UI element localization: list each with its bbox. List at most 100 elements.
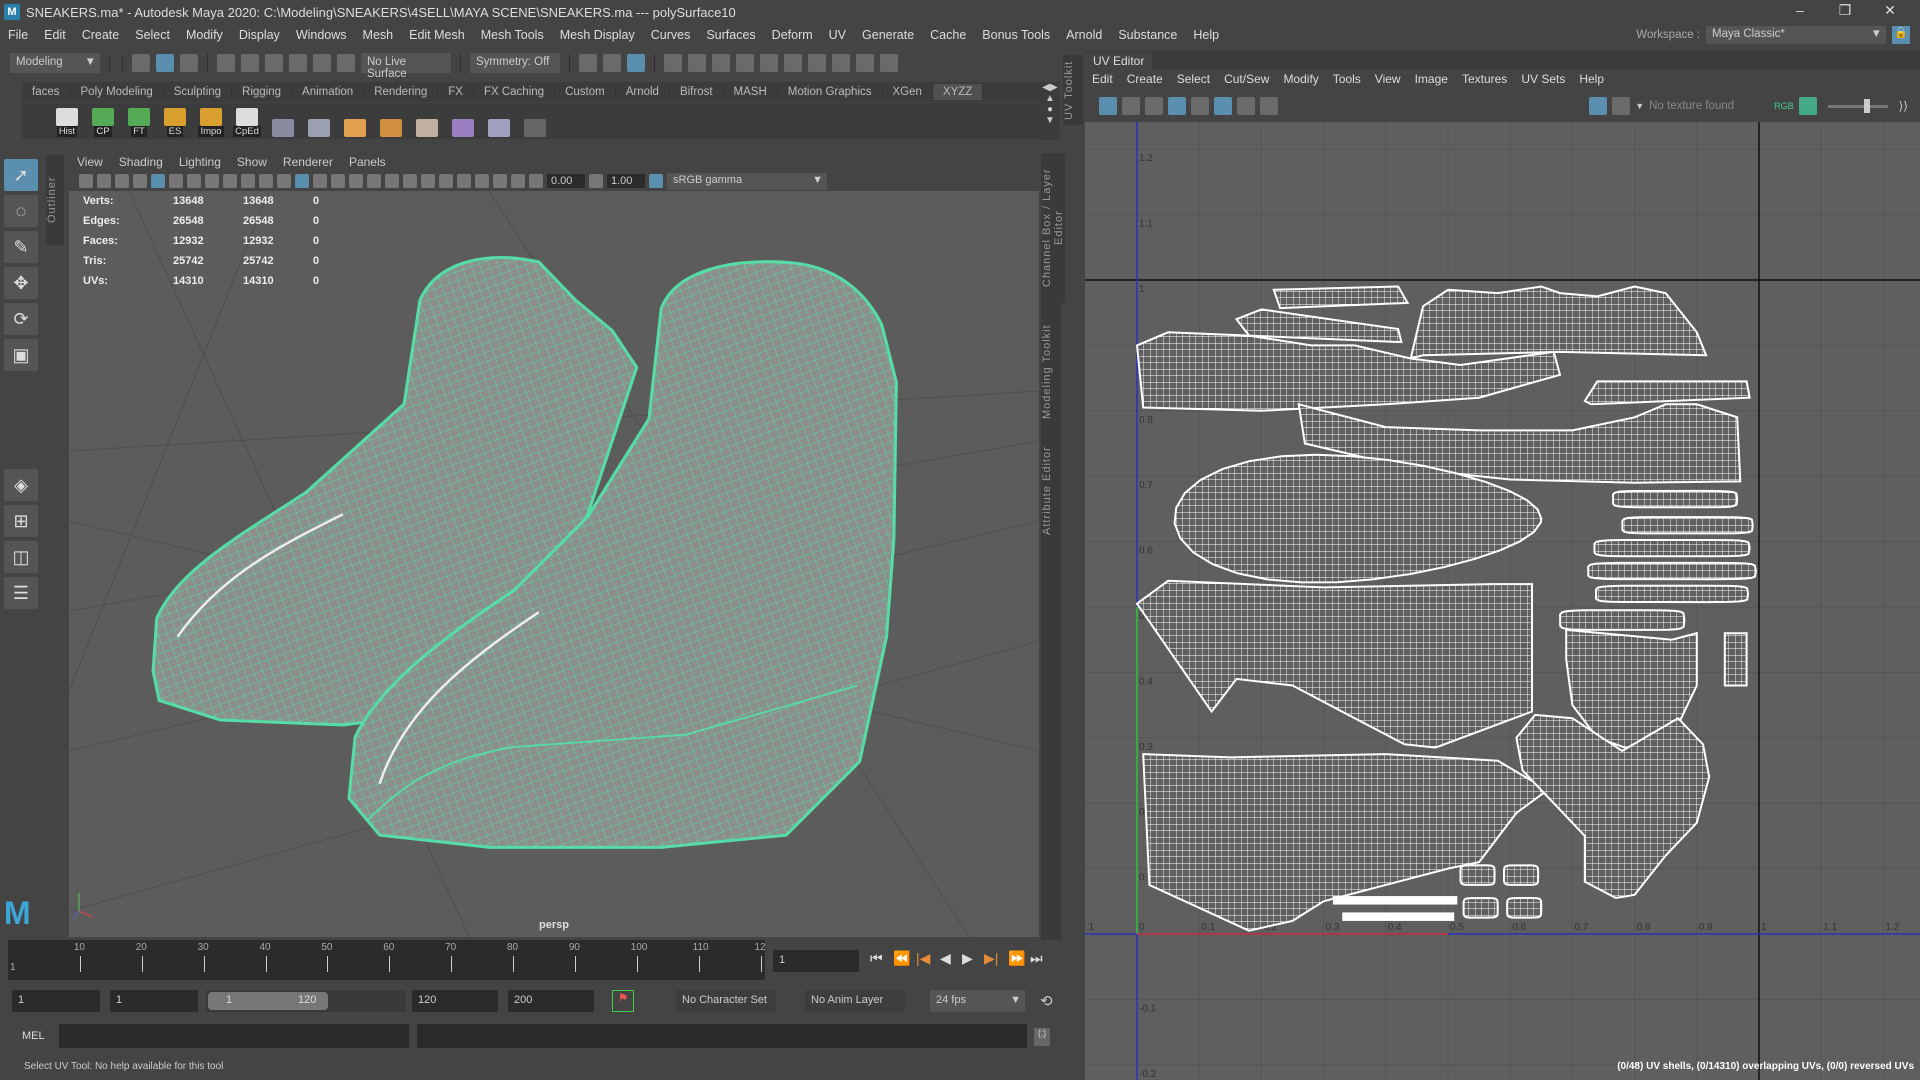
four-view-icon[interactable]: ⊞ <box>4 505 38 537</box>
menu-mesh-tools[interactable]: Mesh Tools <box>481 28 544 42</box>
image-display-icon[interactable] <box>1589 97 1608 115</box>
uv-shell[interactable] <box>1595 584 1750 604</box>
gamma-field[interactable]: 1.00 <box>607 174 645 188</box>
script-editor-icon[interactable]: {;} <box>1034 1028 1050 1046</box>
uv-menu-modify[interactable]: Modify <box>1283 72 1318 86</box>
3d-viewport[interactable]: Verts: 13648 13648 0 Edges: 26548 26548 0 Faces:… <box>69 191 1039 937</box>
expand-icon[interactable]: ⟩⟩ <box>1899 99 1908 113</box>
single-view-icon[interactable]: ◈ <box>4 469 38 501</box>
end-time-field[interactable]: 200 <box>508 990 594 1012</box>
play-backward-button[interactable]: ◀ <box>940 950 951 967</box>
exposure-field[interactable]: 0.00 <box>547 174 585 188</box>
symmetry-dropdown[interactable]: Symmetry: Off <box>470 53 560 73</box>
tool-icon[interactable] <box>340 105 370 137</box>
menu-mesh[interactable]: Mesh <box>363 28 394 42</box>
uv-face-icon[interactable] <box>1145 97 1163 115</box>
character-icon[interactable] <box>808 54 826 72</box>
workspace-dropdown[interactable]: Maya Classic* ▼ <box>1706 26 1886 44</box>
time-slider[interactable]: 1 10 20 30 40 50 60 70 80 90 100 110 12 <box>8 940 766 980</box>
uv-shell[interactable] <box>1409 285 1708 360</box>
ao-icon[interactable] <box>385 174 399 188</box>
shelf-tab[interactable]: Motion Graphics <box>778 84 883 100</box>
viewport-menu-show[interactable]: Show <box>237 155 267 169</box>
attribute-editor-tab[interactable]: Attribute Editor <box>1041 441 1053 541</box>
uv-border-icon[interactable] <box>1191 97 1209 115</box>
uv-menu-view[interactable]: View <box>1375 72 1401 86</box>
snap-point-icon[interactable] <box>265 54 283 72</box>
wireframe-icon[interactable] <box>277 174 291 188</box>
scale-tool-icon[interactable]: ▣ <box>4 339 38 371</box>
menu-help[interactable]: Help <box>1193 28 1219 42</box>
shelf-tab[interactable]: Animation <box>292 84 365 100</box>
chevron-down-icon[interactable]: ▼ <box>1635 101 1644 111</box>
viewport-menu-shading[interactable]: Shading <box>119 155 163 169</box>
input-ops-icon[interactable] <box>579 54 597 72</box>
shelf-button[interactable]: ES <box>160 105 190 137</box>
shelf-button[interactable]: CP <box>88 105 118 137</box>
rotate-tool-icon[interactable]: ⟳ <box>4 303 38 335</box>
uv-shell[interactable] <box>1342 912 1455 921</box>
select-component-icon[interactable] <box>180 54 198 72</box>
ipr-render-icon[interactable] <box>712 54 730 72</box>
paint-select-icon[interactable]: ✎ <box>4 231 38 263</box>
render-settings-icon[interactable] <box>736 54 754 72</box>
uv-shell[interactable] <box>1587 561 1757 581</box>
playback-start-field[interactable]: 1 <box>110 990 198 1012</box>
viewport-menu-panels[interactable]: Panels <box>349 155 386 169</box>
render-frame-icon[interactable] <box>664 54 682 72</box>
camera-attr-icon[interactable] <box>97 174 111 188</box>
shelf-tab[interactable]: XYZZ <box>932 84 984 100</box>
step-back-frame-button[interactable]: |◀ <box>916 950 930 967</box>
uv-shell[interactable] <box>1462 896 1499 919</box>
uv-shell[interactable] <box>1272 285 1410 310</box>
play-forward-button[interactable]: ▶ <box>962 950 973 967</box>
uv-editor-tab[interactable]: UV Editor <box>1085 51 1153 70</box>
menu-uv[interactable]: UV <box>829 28 846 42</box>
select-hierarchy-icon[interactable] <box>132 54 150 72</box>
channel-box-icon[interactable] <box>856 54 874 72</box>
uv-shell[interactable] <box>1621 516 1754 535</box>
loop-icon[interactable]: ⟲ <box>1040 992 1053 1010</box>
uv-canvas[interactable]: -0.100.10.20.30.40.50.60.70.80.911.11.21… <box>1085 122 1920 1080</box>
antialias-icon[interactable] <box>421 174 435 188</box>
safe-title-icon[interactable] <box>259 174 273 188</box>
tool-icon[interactable] <box>268 105 298 137</box>
menu-edit-mesh[interactable]: Edit Mesh <box>409 28 465 42</box>
render-sequence-icon[interactable] <box>688 54 706 72</box>
shelf-tab[interactable]: Rendering <box>364 84 439 100</box>
bookmark-icon[interactable] <box>115 174 129 188</box>
distortion-icon[interactable] <box>1237 97 1255 115</box>
restore-button[interactable]: ❐ <box>1825 2 1865 19</box>
outliner-layout-icon[interactable]: ☰ <box>4 577 38 609</box>
shelf-tab[interactable]: FX Caching <box>474 84 556 100</box>
snap-curve-icon[interactable] <box>241 54 259 72</box>
xray-joints-icon[interactable] <box>493 174 507 188</box>
shelf-tab[interactable]: faces <box>22 84 71 100</box>
shelf-tab[interactable]: FX <box>438 84 474 100</box>
menuset-dropdown[interactable]: Modeling ▼ <box>10 53 100 73</box>
uv-toolkit-tab[interactable]: UV Toolkit <box>1063 55 1083 125</box>
uv-menu-select[interactable]: Select <box>1177 72 1210 86</box>
move-tool-icon[interactable]: ✥ <box>4 267 38 299</box>
menu-mesh-display[interactable]: Mesh Display <box>560 28 635 42</box>
menu-bonus-tools[interactable]: Bonus Tools <box>982 28 1050 42</box>
shelf-tab[interactable]: Sculpting <box>164 84 233 100</box>
motion-blur-icon[interactable] <box>403 174 417 188</box>
shelf-tab[interactable]: Bifrost <box>670 84 724 100</box>
uv-shell[interactable] <box>1593 539 1751 558</box>
shelf-button[interactable]: Hist <box>52 105 82 137</box>
rgb-channel-icon[interactable]: RGB <box>1774 101 1794 111</box>
render-view-icon[interactable] <box>784 54 802 72</box>
xray-active-icon[interactable] <box>511 174 525 188</box>
camera-icon[interactable] <box>79 174 93 188</box>
step-forward-key-button[interactable]: ⏩ <box>1008 950 1025 967</box>
uv-menu-uv-sets[interactable]: UV Sets <box>1521 72 1565 86</box>
menu-deform[interactable]: Deform <box>772 28 813 42</box>
viewport-menu-lighting[interactable]: Lighting <box>179 155 221 169</box>
exposure-slider[interactable] <box>1827 98 1888 113</box>
menu-create[interactable]: Create <box>82 28 120 42</box>
film-gate-icon[interactable] <box>169 174 183 188</box>
modeling-toolkit-tab[interactable]: Modeling Toolkit <box>1041 317 1053 427</box>
colorspace-dropdown[interactable]: sRGB gamma ▼ <box>667 172 827 190</box>
toolkit-icon[interactable] <box>832 54 850 72</box>
